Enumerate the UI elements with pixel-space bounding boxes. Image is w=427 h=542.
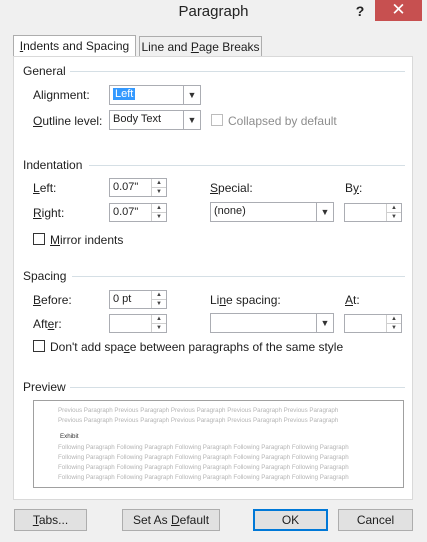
preview-divider <box>70 387 405 388</box>
right-indent-label: Right: <box>33 206 65 220</box>
preview-previous-line: Previous Paragraph Previous Paragraph Pr… <box>58 417 339 424</box>
after-label: After: <box>33 317 62 331</box>
at-spinner[interactable]: ▲ ▼ <box>386 315 401 332</box>
outline-level-value: Body Text <box>113 113 162 125</box>
close-button[interactable]: ✕ <box>375 0 422 21</box>
right-indent-spinner[interactable]: ▲ ▼ <box>151 204 166 221</box>
mirror-indents-checkbox[interactable] <box>33 233 45 245</box>
indentation-heading: Indentation <box>23 158 83 172</box>
collapsed-by-default-label: Collapsed by default <box>228 114 337 128</box>
by-label: By: <box>345 181 363 195</box>
left-indent-spinner[interactable]: ▲ ▼ <box>151 179 166 196</box>
spin-down-icon[interactable]: ▼ <box>152 324 166 333</box>
general-heading: General <box>23 64 66 78</box>
spin-up-icon[interactable]: ▲ <box>152 179 166 188</box>
spin-down-icon[interactable]: ▼ <box>387 213 401 222</box>
spin-down-icon[interactable]: ▼ <box>152 300 166 309</box>
spin-up-icon[interactable]: ▲ <box>387 315 401 324</box>
right-indent-stepper[interactable]: 0.07" ▲ ▼ <box>109 203 167 222</box>
spin-down-icon[interactable]: ▼ <box>387 324 401 333</box>
ok-button[interactable]: OK <box>253 509 328 531</box>
alignment-label: Alignment: <box>33 88 90 102</box>
after-spinner[interactable]: ▲ ▼ <box>151 315 166 332</box>
line-spacing-label: Line spacing: <box>210 293 281 307</box>
before-spinner[interactable]: ▲ ▼ <box>151 291 166 308</box>
general-divider <box>70 71 405 72</box>
tabs-button[interactable]: Tabs... <box>14 509 87 531</box>
by-spinner[interactable]: ▲ ▼ <box>386 204 401 221</box>
alignment-value: Left <box>113 88 136 100</box>
dont-add-space-label: Don't add space between paragraphs of th… <box>50 340 344 354</box>
right-indent-value: 0.07" <box>113 206 139 218</box>
tab-line-and-page-breaks[interactable]: Line and Page Breaks <box>139 36 262 58</box>
indentation-divider <box>89 165 405 166</box>
spacing-divider <box>72 276 405 277</box>
chevron-down-icon[interactable]: ▼ <box>316 203 333 221</box>
dont-add-space-checkbox[interactable] <box>33 340 45 352</box>
spin-up-icon[interactable]: ▲ <box>152 315 166 324</box>
preview-sample-text: Exhibit <box>60 433 79 440</box>
outline-level-select[interactable]: Body Text ▼ <box>109 110 201 130</box>
help-button[interactable]: ? <box>350 0 370 22</box>
alignment-select[interactable]: Left ▼ <box>109 85 201 105</box>
spin-up-icon[interactable]: ▲ <box>387 204 401 213</box>
at-stepper[interactable]: ▲ ▼ <box>344 314 402 333</box>
chevron-down-icon[interactable]: ▼ <box>183 111 200 129</box>
before-stepper[interactable]: 0 pt ▲ ▼ <box>109 290 167 309</box>
set-as-default-button[interactable]: Set As Default <box>122 509 220 531</box>
before-label: Before: <box>33 293 72 307</box>
preview-following-line: Following Paragraph Following Paragraph … <box>58 464 349 471</box>
collapsed-by-default-checkbox[interactable] <box>211 114 223 126</box>
left-indent-value: 0.07" <box>113 181 139 193</box>
preview-previous-line: Previous Paragraph Previous Paragraph Pr… <box>58 407 339 414</box>
after-stepper[interactable]: ▲ ▼ <box>109 314 167 333</box>
special-value: (none) <box>214 205 246 217</box>
preview-box: Previous Paragraph Previous Paragraph Pr… <box>33 400 404 488</box>
left-indent-stepper[interactable]: 0.07" ▲ ▼ <box>109 178 167 197</box>
special-select[interactable]: (none) ▼ <box>210 202 334 222</box>
left-indent-label: Left: <box>33 181 57 195</box>
by-stepper[interactable]: ▲ ▼ <box>344 203 402 222</box>
spin-down-icon[interactable]: ▼ <box>152 213 166 222</box>
at-label: At: <box>345 293 360 307</box>
preview-following-line: Following Paragraph Following Paragraph … <box>58 444 349 451</box>
preview-heading: Preview <box>23 380 66 394</box>
mirror-indents-label: Mirror indents <box>50 233 124 247</box>
chevron-down-icon[interactable]: ▼ <box>316 314 333 332</box>
preview-following-line: Following Paragraph Following Paragraph … <box>58 474 349 481</box>
spacing-heading: Spacing <box>23 269 67 283</box>
chevron-down-icon[interactable]: ▼ <box>183 86 200 104</box>
spin-down-icon[interactable]: ▼ <box>152 188 166 197</box>
cancel-button[interactable]: Cancel <box>338 509 413 531</box>
preview-following-line: Following Paragraph Following Paragraph … <box>58 454 349 461</box>
outline-level-label: Outline level: <box>33 114 103 128</box>
before-value: 0 pt <box>113 293 132 305</box>
spin-up-icon[interactable]: ▲ <box>152 291 166 300</box>
spin-up-icon[interactable]: ▲ <box>152 204 166 213</box>
special-label: Special: <box>210 181 253 195</box>
line-spacing-select[interactable]: ▼ <box>210 313 334 333</box>
